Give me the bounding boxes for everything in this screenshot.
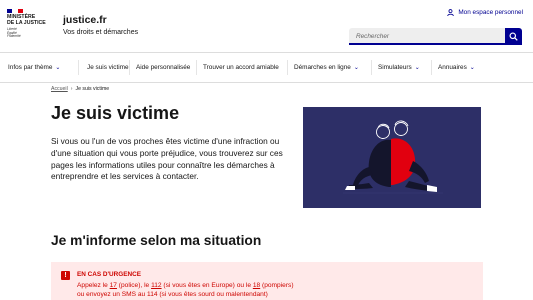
nav-item-je-suis-victime[interactable]: Je suis victime: [87, 53, 129, 82]
nav-divider: [287, 60, 288, 75]
nav-divider: [371, 60, 372, 75]
nav-label: Démarches en ligne: [294, 64, 351, 71]
logo-line-2: DE LA JUSTICE: [7, 19, 46, 26]
search-input[interactable]: Rechercher: [349, 28, 505, 45]
chevron-down-icon: ⌄: [469, 65, 475, 71]
site-title[interactable]: justice.fr: [63, 14, 138, 26]
alert-text-part: (police), le: [116, 282, 152, 289]
nav-item-annuaires[interactable]: Annuaires ⌄: [438, 53, 475, 82]
phone-link-17[interactable]: 17: [110, 282, 117, 289]
alert-text: Appelez le 17 (police), le 112 (si vous …: [77, 281, 477, 299]
alert-text-part: Appelez le: [77, 282, 110, 289]
nav-divider: [129, 60, 130, 75]
account-label: Mon espace personnel: [458, 9, 523, 16]
motto: Liberté Égalité Fraternité: [7, 27, 52, 39]
hero-illustration: [303, 107, 481, 208]
phone-link-112[interactable]: 112: [151, 282, 162, 289]
nav-divider: [78, 60, 79, 75]
section-title: Je m'informe selon ma situation: [51, 233, 262, 248]
breadcrumb: Accueil › Je suis victime: [51, 86, 109, 92]
site-header: MINISTÈRE DE LA JUSTICE Liberté Égalité …: [0, 0, 533, 52]
search-icon: [509, 32, 518, 41]
intro-paragraph: Si vous ou l'un de vos proches êtes vict…: [51, 136, 283, 182]
nav-label: Infos par thème: [8, 64, 53, 71]
nav-item-infos-par-theme[interactable]: Infos par thème ⌄: [8, 53, 60, 82]
main-navigation: Infos par thème ⌄ Je suis victime Aide pe…: [0, 52, 533, 83]
site-subtitle: Vos droits et démarches: [63, 29, 139, 36]
alert-text-line-2: ou envoyez un SMS au 114 (si vous êtes s…: [77, 291, 268, 298]
nav-label: Simulateurs: [378, 64, 412, 71]
motto-line-3: Fraternité: [7, 34, 21, 39]
breadcrumb-current: Je suis victime: [75, 86, 110, 92]
nav-divider: [431, 60, 432, 75]
breadcrumb-separator: ›: [70, 86, 73, 92]
nav-item-demarches-en-ligne[interactable]: Démarches en ligne ⌄: [294, 53, 359, 82]
page-title: Je suis victime: [51, 103, 180, 123]
nav-item-aide-personnalisee[interactable]: Aide personnalisée: [136, 53, 190, 82]
tricolor-flag-icon: [7, 9, 23, 13]
account-link[interactable]: Mon espace personnel: [447, 9, 523, 16]
nav-label: Je suis victime: [87, 64, 129, 71]
alert-text-part: (pompiers): [260, 282, 294, 289]
user-icon: [447, 9, 455, 16]
alert-text-part: (si vous êtes en Europe) ou le: [161, 282, 253, 289]
nav-label: Aide personnalisée: [136, 64, 191, 71]
chevron-down-icon: ⌄: [353, 65, 359, 71]
site-identity[interactable]: justice.fr Vos droits et démarches: [63, 14, 138, 36]
two-people-sitting-back-to-back-illustration: [343, 120, 443, 194]
nav-item-simulateurs[interactable]: Simulateurs ⌄: [378, 53, 420, 82]
search-bar: Rechercher: [349, 28, 522, 45]
nav-divider: [196, 60, 197, 75]
emergency-alert: ! EN CAS D'URGENCE Appelez le 17 (police…: [51, 262, 483, 300]
chevron-down-icon: ⌄: [414, 65, 420, 71]
search-button[interactable]: [505, 28, 522, 45]
chevron-down-icon: ⌄: [55, 65, 61, 71]
nav-item-accord-amiable[interactable]: Trouver un accord amiable: [203, 53, 279, 82]
breadcrumb-home-link[interactable]: Accueil: [51, 86, 68, 92]
alert-icon: !: [61, 271, 70, 280]
nav-label: Trouver un accord amiable: [203, 64, 279, 71]
republique-francaise-logo[interactable]: MINISTÈRE DE LA JUSTICE Liberté Égalité …: [7, 9, 52, 39]
alert-title: EN CAS D'URGENCE: [77, 271, 142, 278]
nav-label: Annuaires: [438, 64, 467, 71]
